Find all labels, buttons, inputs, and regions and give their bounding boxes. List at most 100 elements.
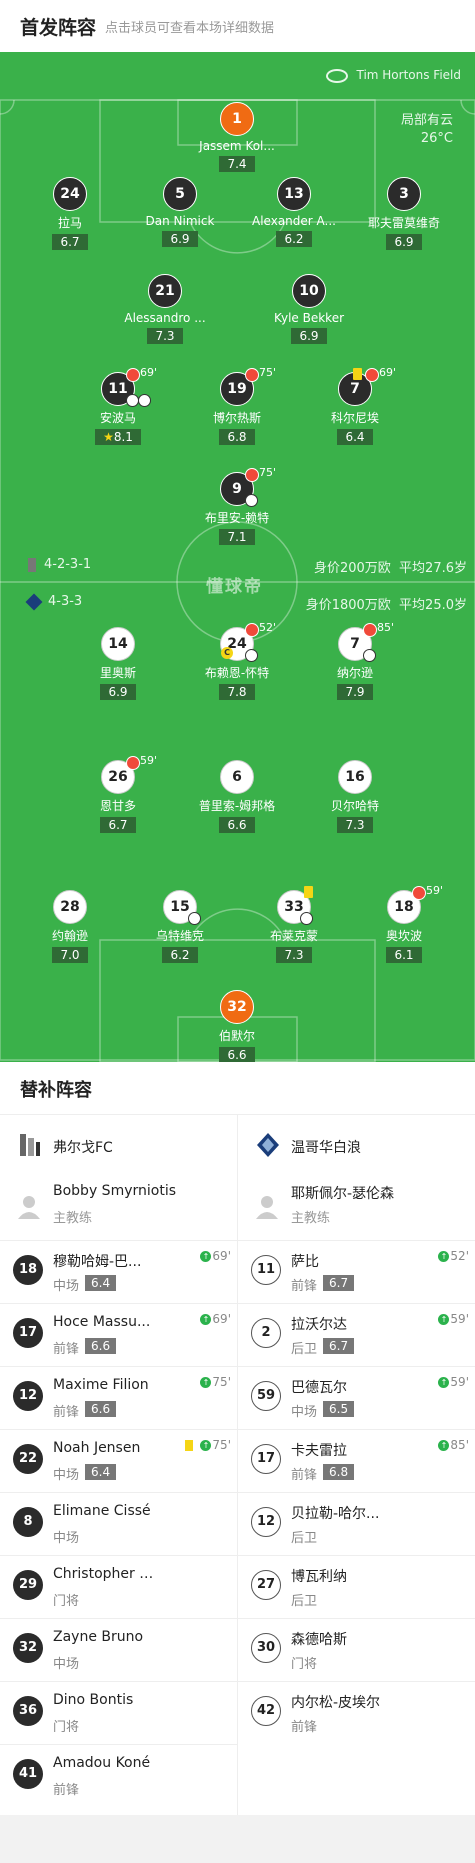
home-team-name: 弗尔戈FC xyxy=(53,1140,113,1156)
player-home-21[interactable]: 21 Alessandro ... 7.3 xyxy=(105,274,225,344)
sub-in-time: ↑ 75' xyxy=(200,1438,231,1452)
sub-position: 后卫 xyxy=(291,1342,318,1357)
sub-row[interactable]: 29 Christopher K... 门将 xyxy=(0,1555,237,1619)
sub-rating: 6.6 xyxy=(85,1338,117,1354)
yellow-card-icon xyxy=(185,1440,193,1451)
coach-name: 耶斯佩尔-瑟伦森 xyxy=(291,1186,395,1202)
player-home-24[interactable]: 24 拉马 6.7 xyxy=(10,177,130,250)
player-away-28[interactable]: 28 约翰逊 7.0 xyxy=(10,890,130,963)
player-home-1[interactable]: 1 Jassem Kol... 7.4 xyxy=(177,102,297,172)
player-home-3[interactable]: 3 耶夫雷莫维奇 6.9 xyxy=(344,177,464,250)
coach-name: Bobby Smyrniotis xyxy=(53,1183,176,1199)
sub-row[interactable]: 32 Zayne Bruno 中场 xyxy=(0,1618,237,1682)
sub-row[interactable]: 17 卡夫雷拉 前锋 6.8 ↑ 85' xyxy=(238,1429,475,1493)
player-number: 28 xyxy=(53,890,87,924)
sub-number: 11 xyxy=(251,1255,281,1285)
away-team-row[interactable]: 温哥华白浪 xyxy=(238,1115,475,1175)
sub-time: 69' xyxy=(140,366,158,379)
sub-number: 17 xyxy=(13,1318,43,1348)
sub-row[interactable]: 12 贝拉勒-哈尔... 后卫 xyxy=(238,1492,475,1556)
away-coach[interactable]: 耶斯佩尔-瑟伦森 主教练 xyxy=(238,1175,475,1235)
sub-row[interactable]: 30 森德哈斯 门将 xyxy=(238,1618,475,1682)
player-home-11[interactable]: 11 69' 安波马 ★8.1 xyxy=(58,366,178,445)
sub-number: 29 xyxy=(13,1570,43,1600)
player-away-32[interactable]: 32 伯默尔 6.6 xyxy=(177,990,297,1062)
yellow-card-icon xyxy=(353,368,362,380)
sub-row[interactable]: 36 Dino Bontis 门将 xyxy=(0,1681,237,1745)
player-name: 伯默尔 xyxy=(218,1029,255,1043)
assist-icon xyxy=(138,394,151,407)
sub-name: 贝拉勒-哈尔... xyxy=(291,1506,380,1522)
sub-position: 前锋 xyxy=(291,1279,318,1294)
player-away-18[interactable]: 18 59' 奥坎波 6.1 xyxy=(344,884,464,963)
player-home-7[interactable]: 7 69' 科尔尼埃 6.4 xyxy=(295,366,415,445)
player-home-19[interactable]: 19 75' 博尔热斯 6.8 xyxy=(177,366,297,445)
sub-row[interactable]: 17 Hoce Massu... 前锋 6.6 ↑ 69' xyxy=(0,1303,237,1367)
home-age: 平均27.6岁 xyxy=(399,561,467,576)
bottom-spacer xyxy=(0,1815,475,1863)
sub-in-time: ↑ 75' xyxy=(200,1375,231,1389)
player-rating: 7.0 xyxy=(52,947,88,963)
sub-row[interactable]: 11 萨比 前锋 6.7 ↑ 52' xyxy=(238,1240,475,1304)
sub-name: Noah Jensen xyxy=(53,1440,141,1456)
sub-row[interactable]: 18 穆勒哈姆-巴... 中场 6.4 ↑ 69' xyxy=(0,1240,237,1304)
away-team-name: 温哥华白浪 xyxy=(291,1140,361,1156)
player-rating: 7.8 xyxy=(219,684,255,700)
sub-time: 52' xyxy=(259,621,277,634)
player-home-10[interactable]: 10 Kyle Bekker 6.9 xyxy=(249,274,369,344)
home-coach[interactable]: Bobby Smyrniotis 主教练 xyxy=(0,1175,237,1235)
sub-in-time: ↑ 52' xyxy=(438,1249,469,1263)
sub-in-time: ↑ 59' xyxy=(438,1375,469,1389)
player-away-26[interactable]: 26 59' 恩甘多 6.7 xyxy=(58,754,178,833)
sub-out-icon xyxy=(363,623,377,637)
away-team-logo-icon xyxy=(257,1133,279,1157)
home-team-row[interactable]: 弗尔戈FC xyxy=(0,1115,237,1175)
sub-row[interactable]: 2 拉沃尔达 后卫 6.7 ↑ 59' xyxy=(238,1303,475,1367)
sub-out-icon xyxy=(365,368,379,382)
player-away-7[interactable]: 7 85' 纳尔逊 7.9 xyxy=(295,621,415,700)
player-number: 21 xyxy=(148,274,182,308)
sub-row[interactable]: 59 巴德瓦尔 中场 6.5 ↑ 59' xyxy=(238,1366,475,1430)
pitch: Tim Hortons Field 局部有云 26°C 4-2-3-1 身价20… xyxy=(0,52,475,1062)
player-rating: 6.4 xyxy=(337,429,373,445)
star-icon: ★ xyxy=(103,430,114,444)
away-age: 平均25.0岁 xyxy=(399,598,467,613)
assist-icon xyxy=(363,649,376,662)
player-away-14[interactable]: 14 里奥斯 6.9 xyxy=(58,627,178,700)
home-stats: 身价200万欧 平均27.6岁 xyxy=(314,557,467,576)
sub-number: 59 xyxy=(251,1381,281,1411)
player-rating: 6.7 xyxy=(52,234,88,250)
player-number: 6 xyxy=(220,760,254,794)
sub-rating: 6.7 xyxy=(323,1275,355,1291)
coach-avatar-icon xyxy=(18,1196,40,1219)
sub-name: Elimane Cissé xyxy=(53,1503,151,1519)
sub-row[interactable]: 42 内尔松-皮埃尔 前锋 xyxy=(238,1681,475,1745)
sub-position: 前锋 xyxy=(291,1468,318,1483)
sub-row[interactable]: 41 Amadou Koné 前锋 xyxy=(0,1744,237,1808)
sub-in-icon: ↑ xyxy=(438,1314,450,1325)
sub-row[interactable]: 12 Maxime Filion 前锋 6.6 ↑ 75' xyxy=(0,1366,237,1430)
goal-ball-icon xyxy=(245,649,258,662)
player-away-33[interactable]: 33 布莱克蒙 7.3 xyxy=(234,886,354,963)
sub-out-icon xyxy=(126,368,140,382)
sub-rating: 6.5 xyxy=(323,1401,355,1417)
player-away-15[interactable]: 15 乌特维克 6.2 xyxy=(120,890,240,963)
player-home-9[interactable]: 9 75' 布里安-赖特 7.1 xyxy=(177,466,297,545)
sub-row[interactable]: 8 Elimane Cissé 中场 xyxy=(0,1492,237,1556)
player-name: 奥坎波 xyxy=(385,929,422,943)
player-away-16[interactable]: 16 贝尔哈特 7.3 xyxy=(295,760,415,833)
player-name: 里奥斯 xyxy=(99,666,136,680)
sub-number: 30 xyxy=(251,1633,281,1663)
venue-label: Tim Hortons Field xyxy=(326,68,461,83)
player-home-13[interactable]: 13 Alexander A... 6.2 xyxy=(234,177,354,247)
player-rating: 6.8 xyxy=(219,429,255,445)
player-rating: 6.9 xyxy=(162,231,198,247)
sub-row[interactable]: 22 Noah Jensen 中场 6.4 ↑ 75' xyxy=(0,1429,237,1493)
player-home-5[interactable]: 5 Dan Nimick 6.9 xyxy=(120,177,240,247)
player-away-24[interactable]: 24 C 52' 布赖恩-怀特 7.8 xyxy=(177,621,297,700)
player-number: 32 xyxy=(220,990,254,1024)
player-away-6[interactable]: 6 普里索-姆邦格 6.6 xyxy=(177,760,297,833)
player-name: 科尔尼埃 xyxy=(330,411,379,425)
subs-panel: 弗尔戈FC Bobby Smyrniotis 主教练 18 穆勒哈姆-巴... … xyxy=(0,1115,475,1815)
sub-row[interactable]: 27 博瓦利纳 后卫 xyxy=(238,1555,475,1619)
